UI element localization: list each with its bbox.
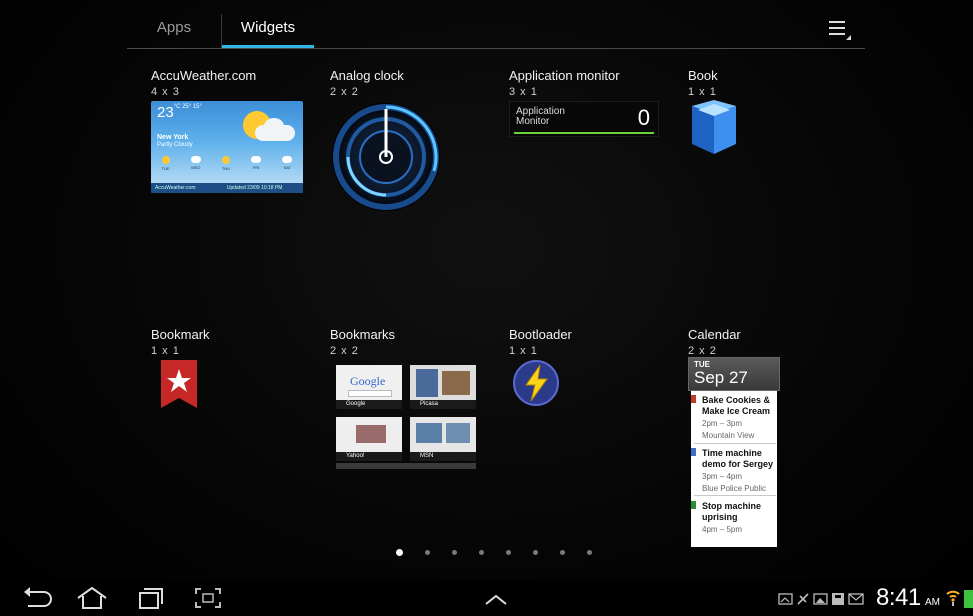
- widget-size: 2 x 2: [688, 345, 717, 357]
- analog-clock-icon: [332, 103, 440, 211]
- widgets-screen: Apps Widgets AccuWeather.com 4 x 3 23°C …: [0, 0, 973, 616]
- app-monitor-bar: [514, 132, 654, 134]
- forecast-day: WED: [190, 156, 201, 178]
- widget-name: AccuWeather.com: [151, 68, 257, 83]
- widget-name: Bootloader: [509, 327, 572, 342]
- page-dot[interactable]: [425, 550, 430, 555]
- weather-city: New York: [157, 134, 189, 141]
- books-icon: [692, 100, 736, 154]
- page-dot[interactable]: [506, 550, 511, 555]
- forecast-day: SAT: [282, 156, 293, 178]
- overflow-menu-icon[interactable]: [825, 16, 853, 42]
- bootloader-lightning-icon: [513, 360, 559, 406]
- page-dot-active[interactable]: [396, 549, 403, 556]
- bookmark-tile: Picasa: [410, 365, 476, 409]
- bookmark-star-icon: [161, 360, 197, 408]
- app-monitor-label: Application Monitor: [516, 106, 565, 127]
- battery-icon: [964, 590, 973, 608]
- app-monitor-preview: Application Monitor 0: [509, 101, 659, 137]
- tab-widgets[interactable]: Widgets: [222, 8, 314, 48]
- widget-size: 2 x 2: [330, 345, 359, 357]
- forecast-day: TUE: [161, 156, 170, 178]
- tab-bar: Apps Widgets: [127, 8, 865, 49]
- widget-size: 4 x 3: [151, 86, 180, 98]
- widget-book[interactable]: Book 1 x 1: [688, 68, 858, 154]
- screenshot-capture-icon[interactable]: [190, 584, 226, 612]
- tab-bar-divider: [127, 48, 865, 49]
- weather-condition: Partly Cloudy: [157, 142, 193, 148]
- bookmark-tile: Google Google: [336, 365, 402, 409]
- forecast-day: FRI: [251, 156, 262, 178]
- widget-size: 3 x 1: [509, 86, 538, 98]
- calendar-header: TUE Sep 27: [688, 357, 780, 391]
- widget-name: Calendar: [688, 327, 741, 342]
- wifi-icon: [946, 590, 960, 606]
- widget-bookmarks[interactable]: Bookmarks 2 x 2 Google Google Picasa Yah…: [330, 327, 500, 469]
- page-dot[interactable]: [587, 550, 592, 555]
- home-icon[interactable]: [74, 584, 110, 612]
- bookmark-tile: Yahoo!: [336, 417, 402, 461]
- tab-apps[interactable]: Apps: [127, 8, 221, 48]
- widget-calendar[interactable]: Calendar 2 x 2 TUE Sep 27 Bake Cookies &…: [688, 327, 858, 547]
- status-ampm: AM: [925, 597, 940, 608]
- widget-bootloader[interactable]: Bootloader 1 x 1: [509, 327, 679, 406]
- bookmarks-preview: Google Google Picasa Yahoo! MSN: [336, 357, 476, 469]
- page-dot[interactable]: [560, 550, 565, 555]
- system-bar: 8:41 AM: [0, 580, 973, 616]
- widget-size: 1 x 1: [688, 86, 717, 98]
- widget-name: Bookmark: [151, 327, 210, 342]
- up-arrow-icon[interactable]: [478, 584, 514, 612]
- back-icon[interactable]: [18, 584, 54, 612]
- widget-name: Book: [688, 68, 718, 83]
- widget-application-monitor[interactable]: Application monitor 3 x 1 Application Mo…: [509, 68, 679, 137]
- calendar-preview: TUE Sep 27 Bake Cookies & Make Ice Cream…: [688, 357, 780, 547]
- widget-accuweather[interactable]: AccuWeather.com 4 x 3 23°C 25° 15° New Y…: [151, 68, 321, 193]
- widget-size: 2 x 2: [330, 86, 359, 98]
- calendar-date: Sep 27: [694, 368, 748, 387]
- page-dot[interactable]: [452, 550, 457, 555]
- status-clock[interactable]: 8:41: [876, 584, 921, 612]
- widget-name: Application monitor: [509, 68, 620, 83]
- accuweather-preview: 23°C 25° 15° New York Partly Cloudy TUE …: [151, 101, 303, 193]
- bookmark-tile: MSN: [410, 417, 476, 461]
- weather-footer: AccuWeather.com Updated 23/09 10:18 PM: [151, 183, 303, 193]
- page-dot[interactable]: [479, 550, 484, 555]
- widget-name: Analog clock: [330, 68, 404, 83]
- widget-name: Bookmarks: [330, 327, 396, 342]
- widget-size: 1 x 1: [509, 345, 538, 357]
- widget-size: 1 x 1: [151, 345, 180, 357]
- forecast-days: TUE WED THU FRI SAT: [151, 156, 303, 178]
- temperature: 23°C 25° 15°: [157, 104, 202, 121]
- app-monitor-count: 0: [637, 105, 650, 130]
- forecast-day: THU: [222, 156, 230, 178]
- page-dot[interactable]: [533, 550, 538, 555]
- calendar-events: Bake Cookies & Make Ice Cream 2pm – 3pm …: [691, 391, 777, 547]
- notification-icons[interactable]: [778, 592, 874, 606]
- recent-apps-icon[interactable]: [132, 584, 168, 612]
- widget-analog-clock[interactable]: Analog clock 2 x 2: [330, 68, 500, 211]
- widget-bookmark[interactable]: Bookmark 1 x 1: [151, 327, 321, 408]
